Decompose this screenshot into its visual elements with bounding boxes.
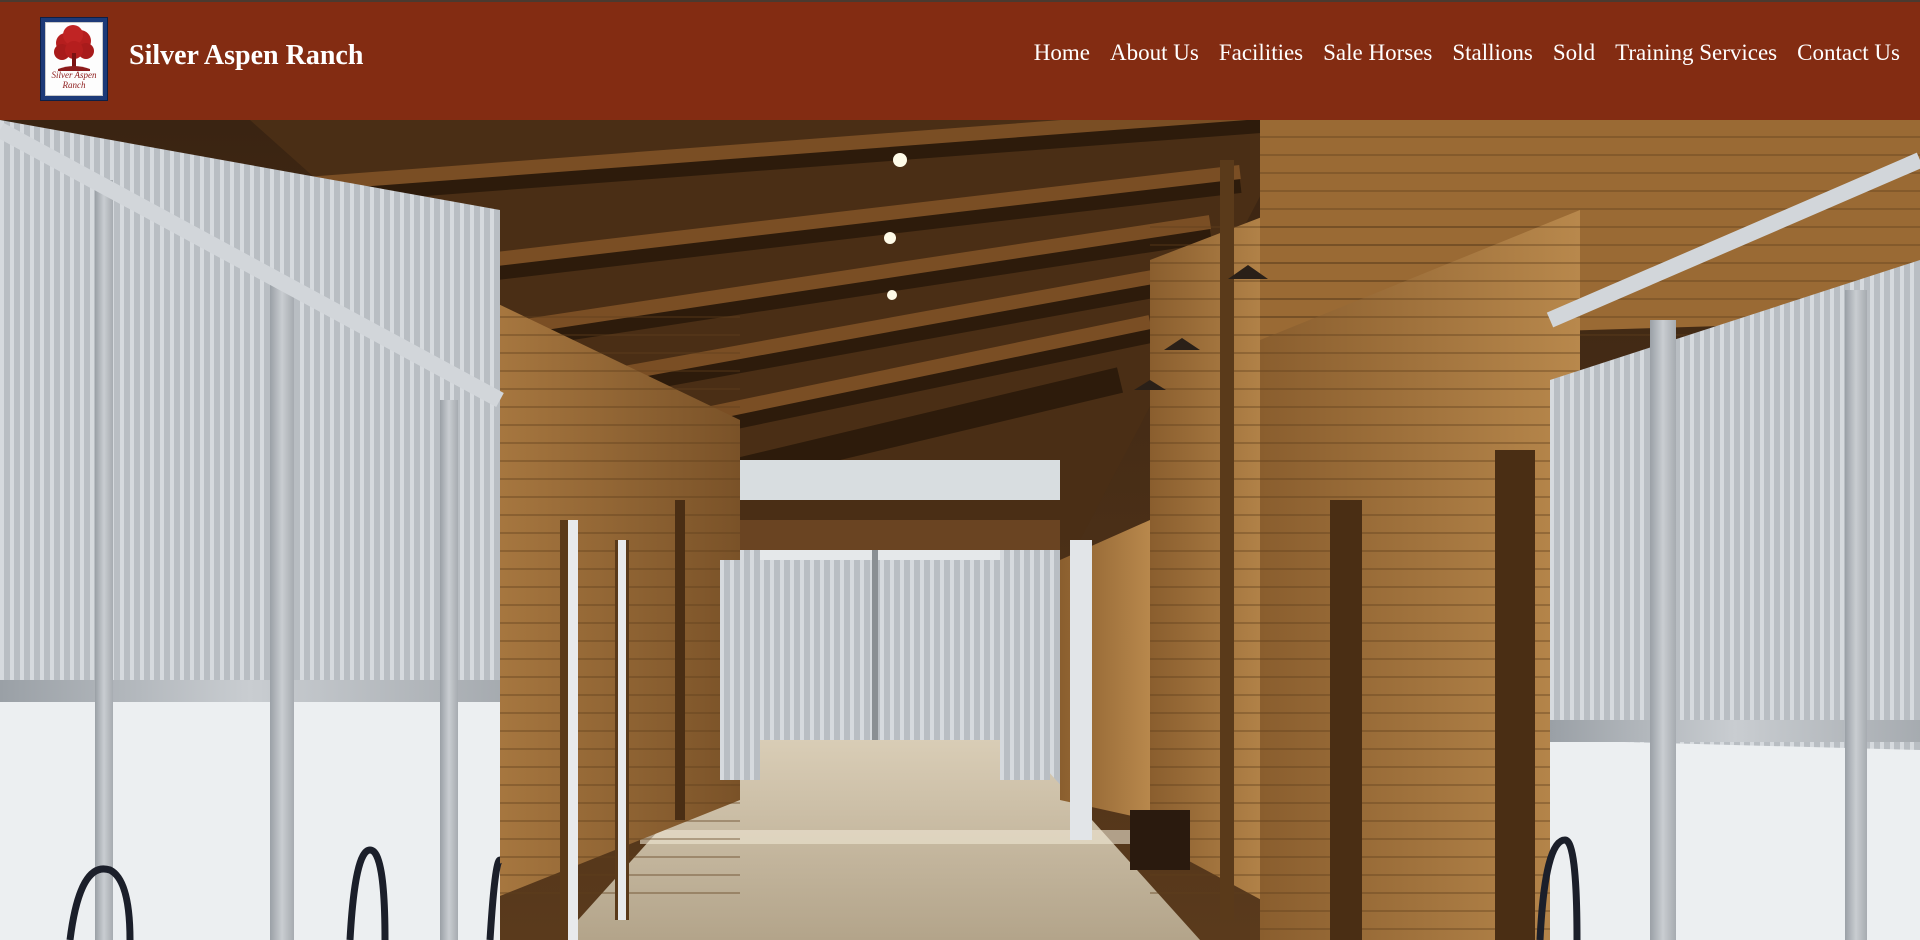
- logo-text-line1: Silver Aspen: [51, 70, 97, 80]
- hero-image: [0, 120, 1920, 940]
- nav-about-us[interactable]: About Us: [1100, 40, 1209, 66]
- logo-emblem: Silver Aspen Ranch: [45, 22, 103, 96]
- nav-facilities[interactable]: Facilities: [1209, 40, 1313, 66]
- nav-training-services[interactable]: Training Services: [1605, 40, 1787, 66]
- nav-home[interactable]: Home: [1024, 40, 1100, 66]
- nav-contact-us[interactable]: Contact Us: [1787, 40, 1910, 66]
- nav-stallions[interactable]: Stallions: [1442, 40, 1543, 66]
- site-logo[interactable]: Silver Aspen Ranch: [40, 17, 108, 101]
- barn-aisle-illustration: [0, 120, 1920, 940]
- site-title[interactable]: Silver Aspen Ranch: [129, 40, 363, 72]
- nav-sale-horses[interactable]: Sale Horses: [1313, 40, 1442, 66]
- site-header: Silver Aspen Ranch Silver Aspen Ranch Ho…: [0, 2, 1920, 120]
- main-nav: Home About Us Facilities Sale Horses Sta…: [1024, 40, 1910, 66]
- logo-text-line2: Ranch: [62, 80, 86, 90]
- nav-sold[interactable]: Sold: [1543, 40, 1605, 66]
